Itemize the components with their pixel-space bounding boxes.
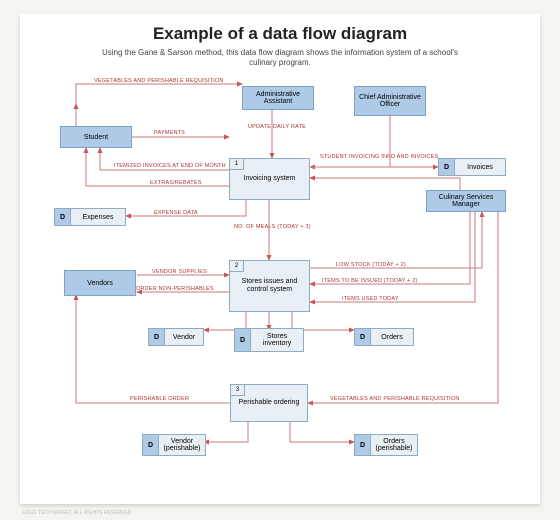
flow-label: STUDENT INVOICING INFO AND INVOICES: [320, 154, 438, 160]
entity-label: Chief Administrative Officer: [359, 94, 421, 108]
datastore-label: Orders: [371, 334, 413, 341]
process-number: 2: [230, 261, 244, 272]
entity-label: Student: [84, 134, 108, 141]
flow-label: VEGETABLES AND PERISHABLE REQUISITION: [330, 396, 460, 402]
process-number: 3: [231, 385, 245, 396]
flow-label: ITEMIZED INVOICES AT END OF MONTH: [114, 163, 226, 169]
datastore-label: Vendor: [165, 334, 203, 341]
flow-label: VENDOR SUPPLIES: [152, 269, 207, 275]
datastore-stores-inv: DStores inventory: [234, 328, 304, 352]
datastore-vendor-per: DVendor (perishable): [142, 434, 206, 456]
process-label: Invoicing system: [241, 175, 299, 183]
flow-label: ITEMS TO BE ISSUED (TODAY + 2): [322, 278, 418, 284]
entity-admin-assistant: Administrative Assistant: [242, 86, 314, 110]
datastore-label: Stores inventory: [251, 333, 303, 347]
entity-chief-admin: Chief Administrative Officer: [354, 86, 426, 116]
footer-copyright: ©2022 TECHTARGET. ALL RIGHTS RESERVED: [22, 510, 131, 516]
datastore-letter: D: [355, 329, 371, 345]
entity-culinary-mgr: Culinary Services Manager: [426, 190, 506, 212]
flow-label: LOW STOCK (TODAY + 2): [336, 262, 406, 268]
entity-label: Vendors: [87, 280, 113, 287]
flow-label: ITEMS USED TODAY: [342, 296, 399, 302]
entity-label: Culinary Services Manager: [431, 194, 501, 208]
flow-label: ORDER NON-PERISHABLES: [136, 286, 214, 292]
datastore-letter: D: [355, 435, 371, 455]
process-number: 1: [230, 159, 244, 170]
diagram-stage: Administrative Assistant Chief Administr…: [20, 70, 540, 490]
process-label: Perishable ordering: [236, 399, 303, 407]
entity-student: Student: [60, 126, 132, 148]
flow-label: EXPENSE DATA: [154, 210, 198, 216]
datastore-invoices: DInvoices: [438, 158, 506, 176]
datastore-letter: D: [143, 435, 159, 455]
datastore-label: Vendor (perishable): [159, 438, 205, 452]
entity-vendors: Vendors: [64, 270, 136, 296]
flow-label: PAYMENTS: [154, 130, 185, 136]
datastore-vendor: DVendor: [148, 328, 204, 346]
datastore-letter: D: [55, 209, 71, 225]
entity-label: Administrative Assistant: [247, 91, 309, 105]
datastore-label: Expenses: [71, 214, 125, 221]
datastore-label: Invoices: [455, 164, 505, 171]
datastore-letter: D: [235, 329, 251, 351]
datastore-orders: DOrders: [354, 328, 414, 346]
process-invoicing: 1 Invoicing system: [229, 158, 310, 200]
datastore-letter: D: [439, 159, 455, 175]
process-perishable: 3 Perishable ordering: [230, 384, 308, 422]
datastore-orders-per: DOrders (perishable): [354, 434, 418, 456]
datastore-expenses: DExpenses: [54, 208, 126, 226]
flow-label: VEGETABLES AND PERISHABLE REQUISITION: [94, 78, 224, 84]
process-stores: 2 Stores issues and control system: [229, 260, 310, 312]
diagram-card: Example of a data flow diagram Using the…: [20, 14, 540, 504]
flow-label: EXTRAS/REBATES: [150, 180, 202, 186]
flow-label: UPDATE DAILY RATE: [248, 124, 306, 130]
datastore-label: Orders (perishable): [371, 438, 417, 452]
process-label: Stores issues and control system: [230, 278, 309, 293]
datastore-letter: D: [149, 329, 165, 345]
flow-label: NO. OF MEALS (TODAY + 3): [234, 224, 311, 230]
flow-label: PERISHABLE ORDER: [130, 396, 189, 402]
page-title: Example of a data flow diagram: [20, 14, 540, 44]
